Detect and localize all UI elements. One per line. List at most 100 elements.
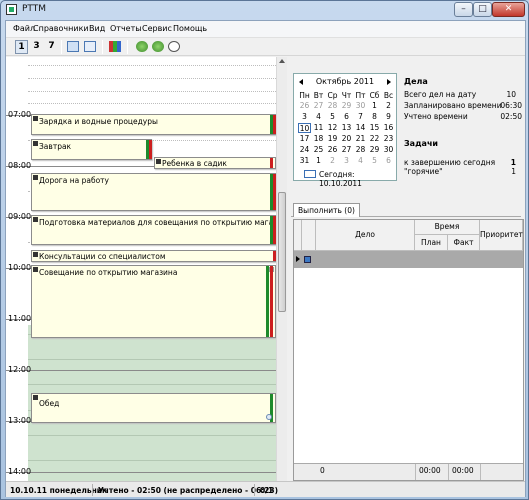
add-green-icon[interactable]: [136, 41, 148, 52]
view-1-day-button[interactable]: 1: [15, 40, 28, 54]
view-3-days-button[interactable]: 3: [30, 40, 43, 54]
calendar-day[interactable]: 26: [326, 145, 339, 155]
task-checkbox[interactable]: [33, 267, 38, 272]
tab-execute[interactable]: Выполнить (0): [293, 203, 360, 217]
calendar-day[interactable]: 4: [312, 112, 325, 122]
month-calendar[interactable]: Октябрь 2011 Пн Вт Ср Чт Пт Сб Вс 26 27 28 29 30 1 2…: [293, 73, 397, 188]
calendar-day[interactable]: 3: [340, 156, 353, 166]
menu-view[interactable]: Вид: [89, 24, 105, 33]
menu-reports[interactable]: Отчеты: [110, 24, 142, 33]
task-checkbox[interactable]: [33, 217, 38, 222]
calendar-day[interactable]: 1: [312, 156, 325, 166]
schedule-scrollbar[interactable]: [276, 57, 287, 481]
calendar-day[interactable]: 1: [368, 101, 381, 111]
calendar-day[interactable]: 27: [340, 145, 353, 155]
hour-line: [6, 472, 276, 473]
calendar-day[interactable]: 30: [354, 101, 367, 111]
task-checkbox[interactable]: [33, 252, 38, 257]
scroll-up-arrow-icon[interactable]: [279, 59, 285, 63]
right-panel: Октябрь 2011 Пн Вт Ср Чт Пт Сб Вс 26 27 28 29 30 1 2…: [287, 57, 525, 481]
grid-header-priority[interactable]: Приоритет: [480, 220, 523, 251]
table-row[interactable]: [294, 251, 523, 268]
calendar-day[interactable]: 17: [298, 134, 311, 144]
app-window: PTTM – □ ✕ Файл Справочники Вид Отчеты С…: [0, 0, 529, 500]
grid-header-plan[interactable]: План: [415, 235, 448, 251]
clock-icon[interactable]: [168, 41, 180, 52]
task-lunch[interactable]: Обед: [31, 393, 276, 423]
calendar-day[interactable]: 20: [340, 134, 353, 144]
menu-directories[interactable]: Справочники: [33, 24, 89, 33]
task-exercise[interactable]: Зарядка и водные процедуры: [31, 114, 276, 135]
calendar-day[interactable]: 16: [382, 123, 395, 133]
calendar-day[interactable]: 23: [382, 134, 395, 144]
task-checkbox[interactable]: [156, 159, 161, 164]
task-child-kindergarten[interactable]: Ребенка в садик: [154, 157, 276, 169]
task-checkbox[interactable]: [33, 116, 38, 121]
task-meeting[interactable]: Совещание по открытию магазина: [31, 265, 276, 338]
task-commute[interactable]: Дорога на работу: [31, 173, 276, 211]
task-checkbox[interactable]: [33, 141, 38, 146]
calendar-day[interactable]: 2: [382, 101, 395, 111]
day-schedule[interactable]: 07:00 08:00 09:00 10:00 11:00 12:00 13:0…: [6, 57, 276, 481]
calendar-day[interactable]: 18: [312, 134, 325, 144]
planned-time-value: 06:30: [500, 101, 522, 110]
hot-tasks-value: 1: [511, 167, 516, 176]
calendar-today-link[interactable]: Сегодня: 10.10.2011: [319, 170, 396, 188]
hot-tasks-label: "горячие": [404, 167, 443, 176]
grid-header-fact[interactable]: Факт: [448, 235, 480, 251]
calendar-day[interactable]: 30: [382, 145, 395, 155]
add-task-icon[interactable]: [152, 41, 164, 52]
calendar-day[interactable]: 3: [298, 112, 311, 122]
calendar-day[interactable]: 6: [382, 156, 395, 166]
close-button[interactable]: ✕: [492, 2, 525, 17]
calendar-day[interactable]: 24: [298, 145, 311, 155]
grid-view-icon[interactable]: [84, 41, 96, 52]
chart-icon[interactable]: [109, 41, 121, 52]
calendar-weekday: Вс: [383, 91, 394, 100]
task-prepare-materials[interactable]: Подготовка материалов для совещания по о…: [31, 215, 276, 245]
calendar-day[interactable]: 26: [298, 101, 311, 111]
calendar-day[interactable]: 19: [326, 134, 339, 144]
calendar-day[interactable]: 29: [340, 101, 353, 111]
view-7-days-button[interactable]: 7: [45, 40, 58, 54]
calendar-day[interactable]: 28: [326, 101, 339, 111]
menu-service[interactable]: Сервис: [142, 24, 172, 33]
calendar-day[interactable]: 15: [368, 123, 381, 133]
hour-line: [6, 370, 276, 371]
grid-header-time: Время: [415, 220, 480, 235]
scroll-thumb[interactable]: [278, 192, 286, 312]
menu-help[interactable]: Помощь: [173, 24, 207, 33]
calendar-day[interactable]: 28: [354, 145, 367, 155]
calendar-day[interactable]: 22: [368, 134, 381, 144]
maximize-button[interactable]: □: [473, 2, 492, 17]
calendar-day[interactable]: 12: [326, 123, 339, 133]
list-view-icon[interactable]: [67, 41, 79, 52]
calendar-day[interactable]: 10: [298, 123, 311, 133]
calendar-day[interactable]: 6: [340, 112, 353, 122]
calendar-day[interactable]: 11: [312, 123, 325, 133]
calendar-day[interactable]: 25: [312, 145, 325, 155]
calendar-day[interactable]: 13: [340, 123, 353, 133]
calendar-day[interactable]: 31: [298, 156, 311, 166]
minimize-button[interactable]: –: [454, 2, 473, 17]
task-grid[interactable]: Дело Время План Факт Приоритет 0 00:00 0…: [293, 219, 524, 481]
task-checkbox[interactable]: [33, 395, 38, 400]
task-breakfast[interactable]: Завтрак: [31, 139, 152, 160]
calendar-day[interactable]: 5: [368, 156, 381, 166]
task-checkbox[interactable]: [33, 175, 38, 180]
calendar-day[interactable]: 8: [368, 112, 381, 122]
calendar-day[interactable]: 7: [354, 112, 367, 122]
grid-header-deal[interactable]: Дело: [316, 220, 415, 251]
calendar-day[interactable]: 21: [354, 134, 367, 144]
calendar-day[interactable]: 14: [354, 123, 367, 133]
calendar-day[interactable]: 5: [326, 112, 339, 122]
title-bar[interactable]: PTTM – □ ✕: [1, 1, 528, 19]
menu-file[interactable]: Файл: [13, 24, 35, 33]
calendar-day[interactable]: 29: [368, 145, 381, 155]
next-month-arrow-icon[interactable]: [387, 79, 391, 85]
calendar-day[interactable]: 2: [326, 156, 339, 166]
calendar-day[interactable]: 4: [354, 156, 367, 166]
calendar-day[interactable]: 9: [382, 112, 395, 122]
task-consultation[interactable]: Консультации со специалистом: [31, 250, 276, 262]
calendar-day[interactable]: 27: [312, 101, 325, 111]
